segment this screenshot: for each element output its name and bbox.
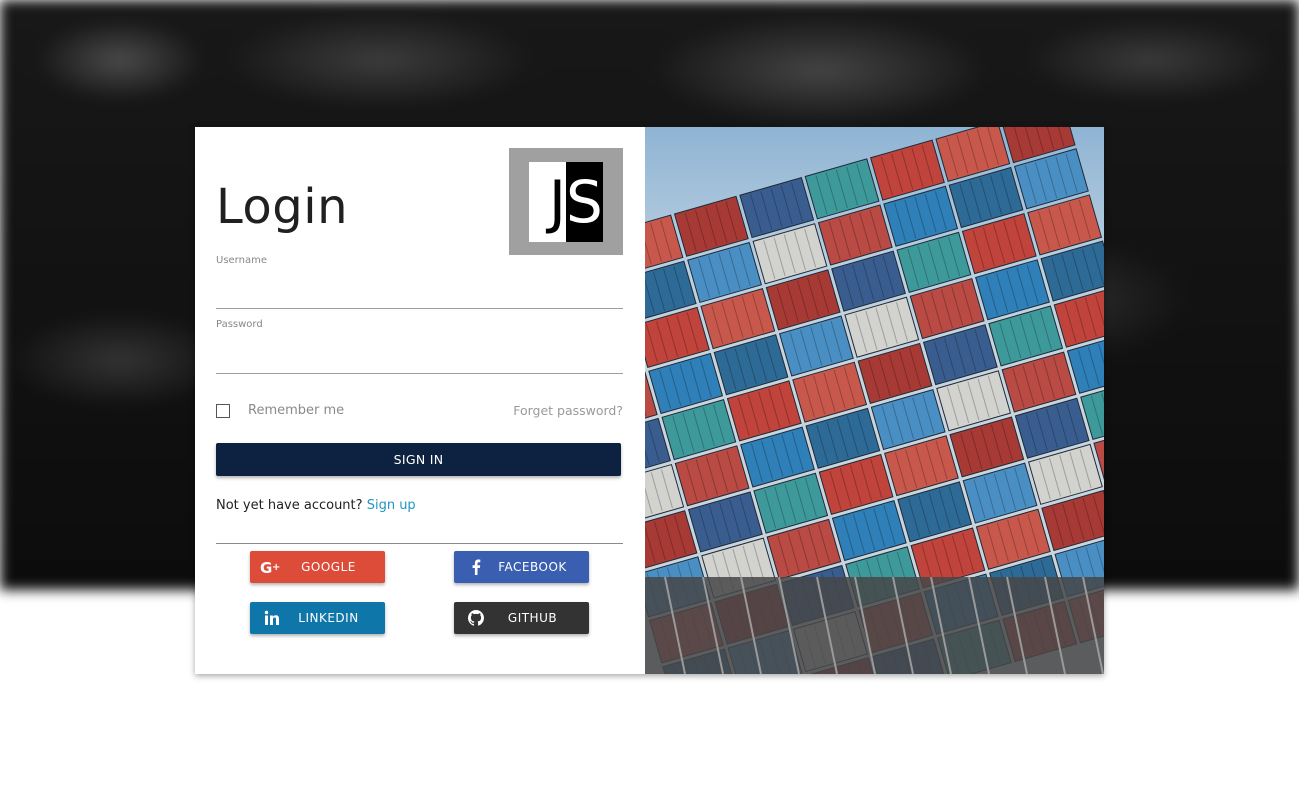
login-form-panel: Login JS Username Password Remember me F… [195, 127, 645, 674]
forgot-password-link[interactable]: Forget password? [513, 403, 623, 418]
remember-me-checkbox[interactable] [216, 403, 230, 418]
username-field[interactable] [216, 280, 623, 309]
sign-in-button[interactable]: SIGN IN [216, 443, 621, 476]
no-account-text: Not yet have account? [216, 498, 363, 513]
sign-up-link[interactable]: Sign up [367, 498, 416, 513]
logo-letter-j: J [529, 161, 566, 242]
linkedin-label: LINKEDIN [298, 611, 359, 625]
linkedin-login-button[interactable]: LINKEDIN [250, 602, 385, 634]
facebook-login-button[interactable]: FACEBOOK [454, 551, 589, 583]
github-icon [464, 610, 488, 626]
remember-me[interactable]: Remember me [216, 403, 344, 418]
remember-me-label: Remember me [248, 403, 345, 418]
page-title: Login [216, 179, 348, 235]
logo-letter-s: S [566, 161, 603, 242]
svg-text:G: G [260, 559, 273, 575]
facebook-icon [464, 559, 488, 575]
js-logo: JS [509, 148, 623, 255]
github-label: GITHUB [507, 611, 558, 625]
containers-illustration [645, 127, 1104, 674]
signup-prompt: Not yet have account? Sign up [216, 498, 416, 513]
google-plus-icon: G + [260, 559, 284, 575]
svg-text:+: + [272, 562, 281, 573]
username-label: Username [216, 255, 267, 266]
linkedin-icon [260, 610, 284, 626]
js-logo-mark: JS [529, 161, 603, 242]
shipping-containers-image [645, 127, 1104, 674]
facebook-label: FACEBOOK [498, 560, 567, 574]
google-login-button[interactable]: G + GOOGLE [250, 551, 385, 583]
divider [216, 543, 623, 544]
password-field[interactable] [216, 345, 623, 374]
login-card: Login JS Username Password Remember me F… [195, 127, 1104, 674]
password-label: Password [216, 319, 263, 330]
github-login-button[interactable]: GITHUB [454, 602, 589, 634]
google-label: GOOGLE [301, 560, 356, 574]
